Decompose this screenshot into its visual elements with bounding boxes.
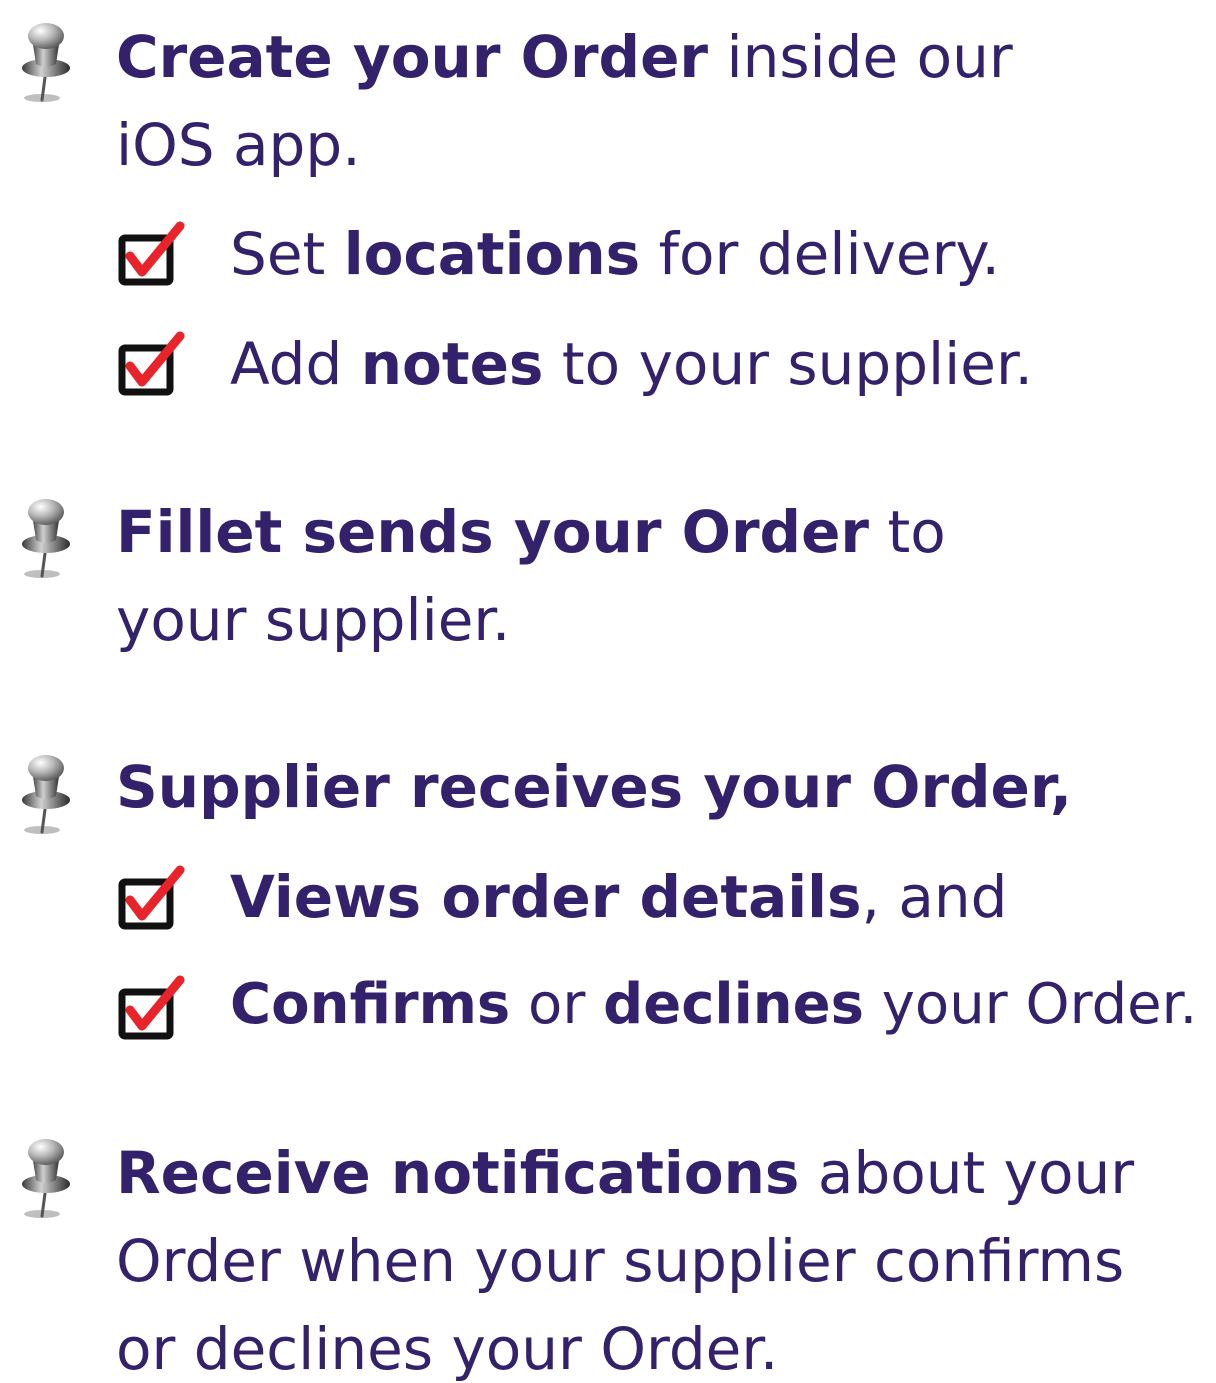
step-4-heading: Receive notifications about your bbox=[116, 1139, 1135, 1207]
step-3-sub-2: Confirms or declines your Order. bbox=[230, 972, 1198, 1037]
step-1-heading: Create your Order inside our bbox=[116, 23, 1013, 91]
pushpin-icon bbox=[12, 1124, 80, 1224]
step-1-sub-2: Add notes to your supplier. bbox=[230, 330, 1033, 398]
step-3-sub-1: Views order details, and bbox=[230, 863, 1008, 931]
step-2-heading: Fillet sends your Order to bbox=[116, 498, 946, 566]
pushpin-icon bbox=[12, 740, 80, 840]
checked-checkbox-icon bbox=[114, 218, 190, 290]
step-1-text: iOS app. bbox=[116, 111, 361, 179]
page: { "colors": { "text": "#34216b", "check_… bbox=[0, 0, 1216, 1380]
step-4-text-line-3: or declines your Order. bbox=[116, 1315, 779, 1383]
checked-checkbox-icon bbox=[114, 972, 190, 1044]
step-4-text-line-2: Order when your supplier confirms bbox=[116, 1227, 1125, 1295]
step-2-text: your supplier. bbox=[116, 586, 511, 654]
checked-checkbox-icon bbox=[114, 328, 190, 400]
pushpin-icon bbox=[12, 8, 80, 108]
pushpin-icon bbox=[12, 484, 80, 584]
checked-checkbox-icon bbox=[114, 862, 190, 934]
step-1-sub-1: Set locations for delivery. bbox=[230, 220, 1000, 288]
step-3-heading: Supplier receives your Order, bbox=[116, 753, 1073, 821]
